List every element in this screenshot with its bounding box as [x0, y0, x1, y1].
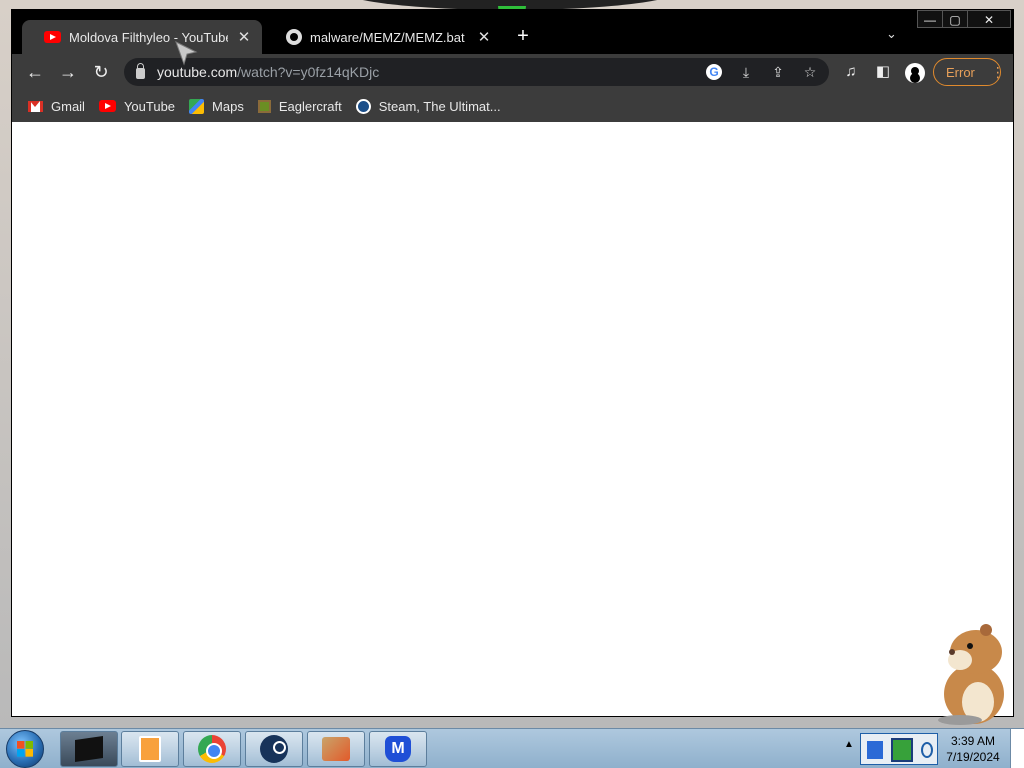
- taskbar-app-chrome[interactable]: [183, 731, 241, 767]
- taskbar-app-terminal[interactable]: [60, 731, 118, 767]
- tab-title: Moldova Filthyleo - YouTube: [69, 29, 228, 45]
- bookmark-star-icon[interactable]: ☆: [800, 62, 820, 82]
- error-label: Error: [946, 64, 975, 80]
- bookmark-label: Maps: [212, 98, 244, 114]
- profile-avatar[interactable]: [905, 63, 925, 83]
- address-bar[interactable]: youtube.com/watch?v=y0fz14qKDjc G ⤓ ⇪ ☆: [124, 58, 829, 86]
- bookmark-eaglercraft[interactable]: Eaglercraft: [257, 98, 342, 114]
- media-app-icon: [139, 736, 161, 762]
- maps-icon: [189, 98, 205, 114]
- bookmark-label: Steam, The Ultimat...: [378, 98, 501, 114]
- maximize-button[interactable]: ▢: [942, 10, 968, 28]
- eaglercraft-icon: [257, 99, 271, 113]
- minimize-button[interactable]: —: [917, 10, 943, 28]
- steam-icon: [355, 98, 371, 114]
- new-tab-button[interactable]: +: [512, 24, 534, 48]
- bookmark-label: YouTube: [123, 98, 176, 114]
- game-app-icon: [322, 737, 350, 761]
- chrome-icon: [198, 735, 226, 763]
- youtube-icon: [98, 100, 116, 112]
- bookmark-maps[interactable]: Maps: [189, 98, 244, 114]
- window-close-button[interactable]: ✕: [967, 10, 1011, 28]
- youtube-icon: [44, 31, 61, 43]
- tab-github[interactable]: malware/MEMZ/MEMZ.bat at ma ✕: [264, 20, 502, 54]
- github-icon: [286, 29, 302, 45]
- steam-icon: [260, 735, 288, 763]
- tab-youtube[interactable]: Moldova Filthyleo - YouTube ✕: [22, 20, 262, 54]
- install-app-icon[interactable]: ⤓: [736, 62, 756, 82]
- mouse-cursor-icon: [175, 40, 198, 66]
- clock-date: 7/19/2024: [946, 750, 1000, 764]
- taskbar-app-media[interactable]: [121, 731, 179, 767]
- close-icon[interactable]: ✕: [476, 28, 492, 46]
- profile-error-button[interactable]: Error ⋮: [933, 58, 1005, 86]
- terminal-app-icon: [75, 736, 103, 762]
- taskbar-app-malwarebytes[interactable]: M: [369, 731, 427, 767]
- bookmark-label: Gmail: [51, 98, 85, 114]
- tray-app-icon[interactable]: [867, 741, 883, 759]
- network-icon[interactable]: [921, 742, 933, 758]
- taskbar-app-game[interactable]: [307, 731, 365, 767]
- url-host: youtube.com: [157, 64, 238, 80]
- bookmark-youtube[interactable]: YouTube: [98, 98, 176, 114]
- share-icon[interactable]: ⇪: [768, 62, 788, 82]
- tab-title: malware/MEMZ/MEMZ.bat at ma: [310, 29, 468, 45]
- hamster-icon: [938, 624, 1004, 725]
- bookmark-label: Eaglercraft: [278, 98, 342, 114]
- taskbar: M ▲ 3:39 AM 7/19/2024: [0, 728, 1024, 768]
- taskbar-app-steam[interactable]: [245, 731, 303, 767]
- page-content[interactable]: [12, 122, 1013, 716]
- close-icon[interactable]: ✕: [236, 28, 252, 46]
- menu-icon[interactable]: ⋮: [991, 64, 1005, 81]
- bookmarks-bar: Gmail YouTube Maps Eaglercraft Steam, Th…: [12, 90, 1013, 122]
- browser-window: Moldova Filthyleo - YouTube ✕ malware/ME…: [11, 9, 1014, 717]
- start-button[interactable]: [6, 730, 44, 768]
- google-lens-icon[interactable]: G: [704, 62, 724, 82]
- browser-toolbar: ← → ↻ youtube.com/watch?v=y0fz14qKDjc G …: [12, 54, 1013, 90]
- forward-button[interactable]: →: [55, 60, 81, 84]
- back-button[interactable]: ←: [22, 60, 48, 84]
- address-url[interactable]: youtube.com/watch?v=y0fz14qKDjc: [157, 64, 379, 80]
- side-panel-icon[interactable]: ◧: [872, 62, 894, 82]
- tray-expand-icon[interactable]: ▲: [844, 739, 854, 750]
- url-path: /watch?v=y0fz14qKDjc: [237, 64, 380, 80]
- gmail-icon: [28, 100, 43, 112]
- show-desktop-button[interactable]: [1010, 729, 1024, 768]
- bookmark-steam[interactable]: Steam, The Ultimat...: [355, 98, 501, 114]
- taskbar-clock[interactable]: 3:39 AM 7/19/2024: [942, 733, 1004, 765]
- tray-app-icon[interactable]: [891, 738, 913, 762]
- lock-icon[interactable]: [136, 63, 145, 79]
- media-controls-icon[interactable]: ♫: [840, 62, 862, 82]
- tab-strip: Moldova Filthyleo - YouTube ✕ malware/ME…: [12, 10, 1013, 54]
- clock-time: 3:39 AM: [950, 734, 996, 748]
- malwarebytes-icon: M: [385, 736, 411, 762]
- bookmark-gmail[interactable]: Gmail: [28, 99, 85, 114]
- system-tray: [860, 733, 938, 765]
- reload-button[interactable]: ↻: [88, 60, 114, 84]
- tab-search-button[interactable]: ⌄: [886, 26, 897, 42]
